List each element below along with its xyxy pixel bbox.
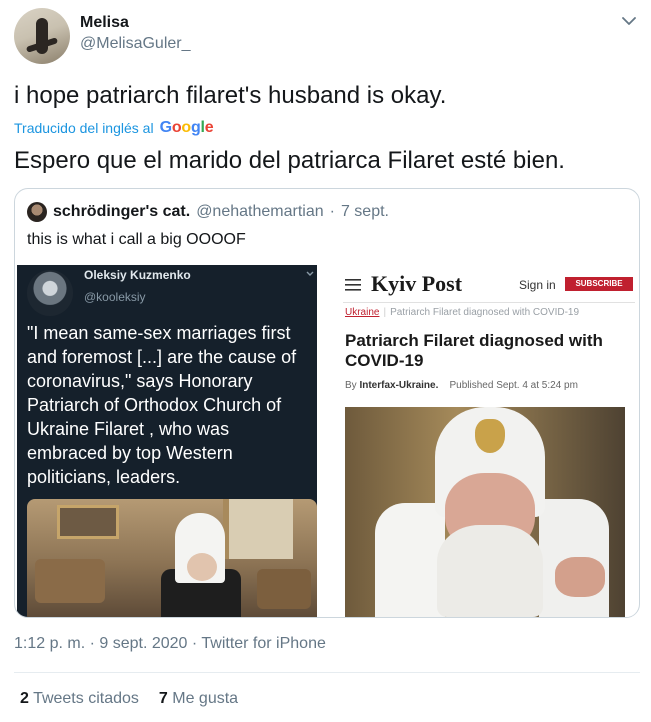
- breadcrumb-article: Patriarch Filaret diagnosed with COVID-1…: [390, 307, 580, 318]
- header-divider: [343, 302, 635, 303]
- embedded-photo: [27, 499, 317, 617]
- article-photo: [345, 407, 625, 617]
- breadcrumb: Ukraine | Patriarch Filaret diagnosed with…: [345, 307, 580, 318]
- google-logo: Google: [159, 119, 214, 136]
- embedded-chevron-icon: [306, 271, 314, 276]
- quoted-text: this is what i call a big OOOOF: [27, 231, 246, 248]
- likes-stat[interactable]: 7 Me gusta: [159, 690, 238, 707]
- tweet-header: Melisa @MelisaGuler_: [14, 8, 644, 64]
- hamburger-menu-icon: [345, 279, 361, 291]
- quoted-author-name: schrödinger's cat.: [53, 203, 191, 220]
- translated-by[interactable]: Traducido del inglés al Google: [14, 119, 214, 137]
- breadcrumb-category: Ukraine: [345, 307, 380, 318]
- quote-tweets-stat[interactable]: 2 Tweets citados: [20, 690, 139, 707]
- tweet-stats: 2 Tweets citados 7 Me gusta: [20, 690, 238, 708]
- sign-in-link: Sign in: [519, 278, 556, 292]
- quoted-image-screenshot-tweet[interactable]: Oleksiy Kuzmenko @kooleksiy "I mean same…: [17, 265, 317, 617]
- embedded-avatar: [27, 270, 73, 316]
- embedded-tweet-text: "I mean same-sex marriages first and for…: [27, 323, 297, 487]
- embedded-author-handle: @kooleksiy: [84, 290, 146, 304]
- quoted-image-kyiv-post[interactable]: Kyiv Post Sign in SUBSCRIBE Ukraine | Patr…: [331, 265, 637, 617]
- author-handle[interactable]: @MelisaGuler_: [80, 35, 191, 53]
- subscribe-badge: SUBSCRIBE: [565, 277, 633, 291]
- tweet-text: i hope patriarch filaret's husband is ok…: [14, 82, 447, 109]
- quoted-author-handle: @nehathemartian: [196, 203, 324, 220]
- tweet-translation: Espero que el marido del patriarca Filar…: [14, 147, 565, 174]
- tweet-timestamp[interactable]: 1:12 p. m. · 9 sept. 2020 · Twitter for …: [14, 635, 326, 653]
- translated-label[interactable]: Traducido del inglés al: [14, 120, 154, 136]
- quoted-avatar: [27, 202, 47, 222]
- author-avatar[interactable]: [14, 8, 70, 64]
- embedded-author-name: Oleksiy Kuzmenko: [84, 268, 191, 282]
- article-byline: By Interfax-Ukraine. Published Sept. 4 a…: [345, 380, 578, 391]
- divider: [14, 672, 640, 673]
- kyiv-post-logo: Kyiv Post: [371, 271, 463, 296]
- quoted-date: 7 sept.: [340, 203, 389, 220]
- author-name[interactable]: Melisa: [80, 14, 129, 32]
- quoted-tweet-header: schrödinger's cat. @nehathemartian · 7 s…: [27, 202, 389, 222]
- quoted-dot: ·: [329, 203, 335, 220]
- chevron-down-icon[interactable]: [620, 12, 638, 30]
- article-title: Patriarch Filaret diagnosed with COVID-1…: [345, 331, 603, 370]
- quoted-tweet[interactable]: schrödinger's cat. @nehathemartian · 7 s…: [14, 188, 640, 618]
